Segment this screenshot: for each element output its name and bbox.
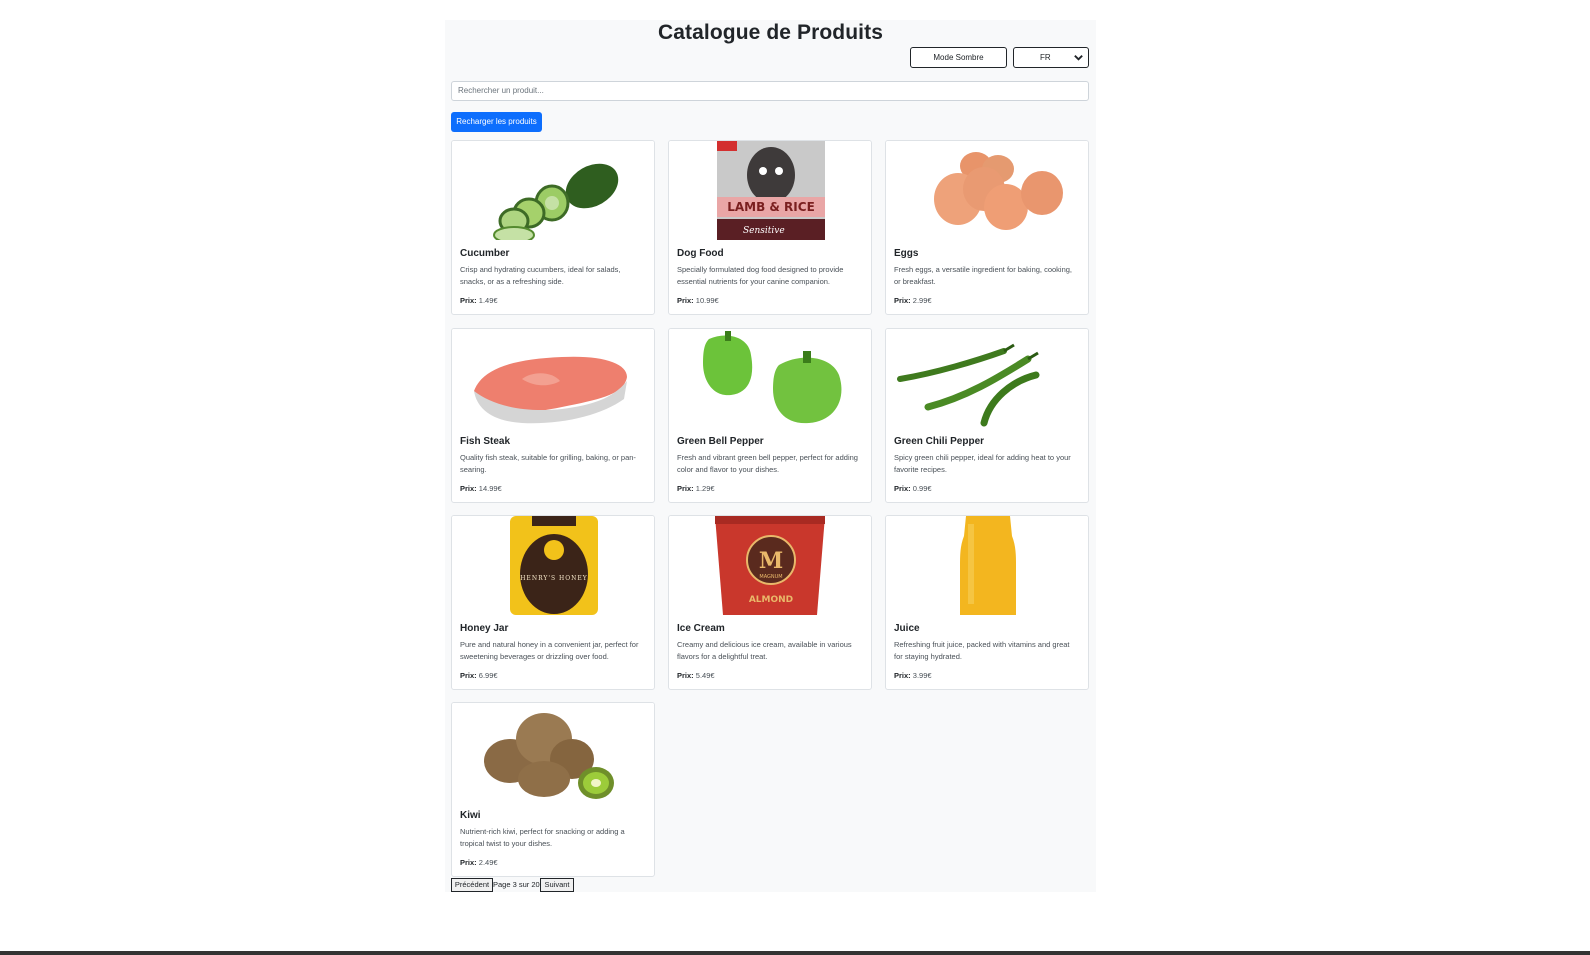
price-value: 1.49€ [478,296,498,305]
page-title: Catalogue de Produits [658,21,883,44]
dog-food-image: LAMB & RICE Sensitive [669,141,871,240]
kiwi-image [452,703,654,802]
price-label: Prix: [677,484,694,493]
product-description: Specially formulated dog food designed t… [677,265,844,286]
product-name: Juice [894,623,920,634]
price-label: Prix: [677,671,694,680]
catalogue-page: Catalogue de Produits Mode Sombre FR Rec… [445,20,1096,892]
dark-mode-button[interactable]: Mode Sombre [910,47,1007,68]
product-name: Honey Jar [460,623,509,634]
price-value: 2.99€ [912,296,932,305]
product-card: Kiwi Nutrient-rich kiwi, perfect for sna… [451,702,655,877]
product-card: Juice Refreshing fruit juice, packed wit… [885,515,1089,690]
previous-page-button[interactable]: Précédent [451,878,493,892]
product-price: Prix: 3.99€ [894,671,932,680]
price-label: Prix: [894,484,911,493]
price-value: 10.99€ [695,296,719,305]
fish-steak-image [452,329,654,428]
product-card: LAMB & RICE Sensitive Dog Food Specially… [668,140,872,315]
price-value: 6.99€ [478,671,498,680]
green-bell-pepper-image [669,329,871,428]
product-card: Eggs Fresh eggs, a versatile ingredient … [885,140,1089,315]
product-card: Cucumber Crisp and hydrating cucumbers, … [451,140,655,315]
dog-food-sub: Sensitive [743,226,785,236]
price-label: Prix: [460,671,477,680]
product-name: Dog Food [677,248,724,259]
product-price: Prix: 2.49€ [460,858,498,867]
ice-cream-brand: MAGNUM [759,574,782,580]
price-value: 0.99€ [912,484,932,493]
price-label: Prix: [677,296,694,305]
cucumber-image [452,141,654,240]
product-name: Eggs [894,248,919,259]
product-description: Quality fish steak, suitable for grillin… [460,453,636,474]
product-description: Crisp and hydrating cucumbers, ideal for… [460,265,621,286]
product-name: Green Chili Pepper [894,436,985,447]
product-price: Prix: 10.99€ [677,296,719,305]
price-value: 3.99€ [912,671,932,680]
product-price: Prix: 0.99€ [894,484,932,493]
honey-jar-image: HENRY'S HONEY [452,516,654,615]
product-price: Prix: 1.29€ [677,484,715,493]
price-label: Prix: [460,296,477,305]
product-name: Green Bell Pepper [677,436,764,447]
product-description: Fresh and vibrant green bell pepper, per… [677,453,858,474]
honey-label: HENRY'S HONEY [520,575,588,582]
product-description: Creamy and delicious ice cream, availabl… [677,640,852,661]
green-chili-pepper-image [886,329,1088,428]
product-name: Fish Steak [460,436,511,447]
product-card: Green Chili Pepper Spicy green chili pep… [885,328,1089,503]
product-name: Kiwi [460,810,481,821]
ice-cream-image: M MAGNUM ALMOND [669,516,871,615]
page-info: Page 3 sur 20 [493,880,540,889]
reload-products-button[interactable]: Recharger les produits [451,112,542,132]
language-value: FR [1040,53,1051,62]
language-select[interactable]: FR [1013,47,1089,68]
chevron-down-icon [1074,55,1083,61]
price-label: Prix: [460,858,477,867]
next-page-button[interactable]: Suivant [540,878,574,892]
product-price: Prix: 14.99€ [460,484,502,493]
product-description: Refreshing fruit juice, packed with vita… [894,640,1070,661]
price-value: 14.99€ [478,484,502,493]
product-description: Spicy green chili pepper, ideal for addi… [894,453,1071,474]
product-description: Nutrient-rich kiwi, perfect for snacking… [460,827,625,848]
juice-image [886,516,1088,615]
price-value: 2.49€ [478,858,498,867]
ice-cream-flavor: ALMOND [749,595,793,605]
product-description: Pure and natural honey in a convenient j… [460,640,639,661]
price-label: Prix: [894,671,911,680]
product-price: Prix: 6.99€ [460,671,498,680]
product-description: Fresh eggs, a versatile ingredient for b… [894,265,1073,286]
product-card: Green Bell Pepper Fresh and vibrant gree… [668,328,872,503]
svg-text:M: M [759,548,783,574]
product-price: Prix: 2.99€ [894,296,932,305]
dog-food-label: LAMB & RICE [727,200,815,214]
price-value: 5.49€ [695,671,715,680]
price-value: 1.29€ [695,484,715,493]
price-label: Prix: [460,484,477,493]
product-price: Prix: 1.49€ [460,296,498,305]
search-input[interactable]: Rechercher un produit... [451,81,1089,101]
price-label: Prix: [894,296,911,305]
product-price: Prix: 5.49€ [677,671,715,680]
product-card: Fish Steak Quality fish steak, suitable … [451,328,655,503]
eggs-image [886,141,1088,240]
product-name: Ice Cream [677,623,725,634]
product-card: M MAGNUM ALMOND Ice Cream Creamy and del… [668,515,872,690]
product-card: HENRY'S HONEY Honey Jar Pure and natural… [451,515,655,690]
bottom-edge-bar [0,951,1590,955]
product-name: Cucumber [460,248,510,259]
